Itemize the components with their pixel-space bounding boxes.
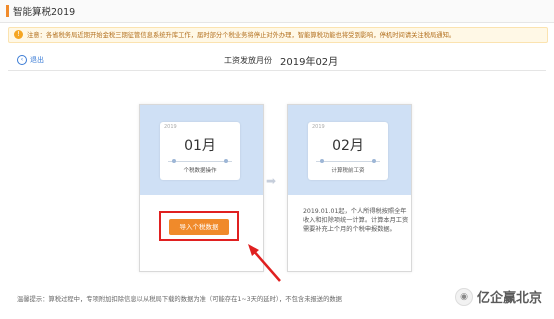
pointer-arrow-icon <box>248 244 281 282</box>
tip-text: 温馨提示：算税过程中，专项附加扣除信息以从税局下载的数据为准（可能存在1~3天的… <box>17 296 342 303</box>
watermark-text: 亿企赢北京 <box>477 291 543 306</box>
watermark: ◉ 亿企赢北京 <box>455 287 542 306</box>
wechat-logo-icon: ◉ <box>455 287 473 306</box>
